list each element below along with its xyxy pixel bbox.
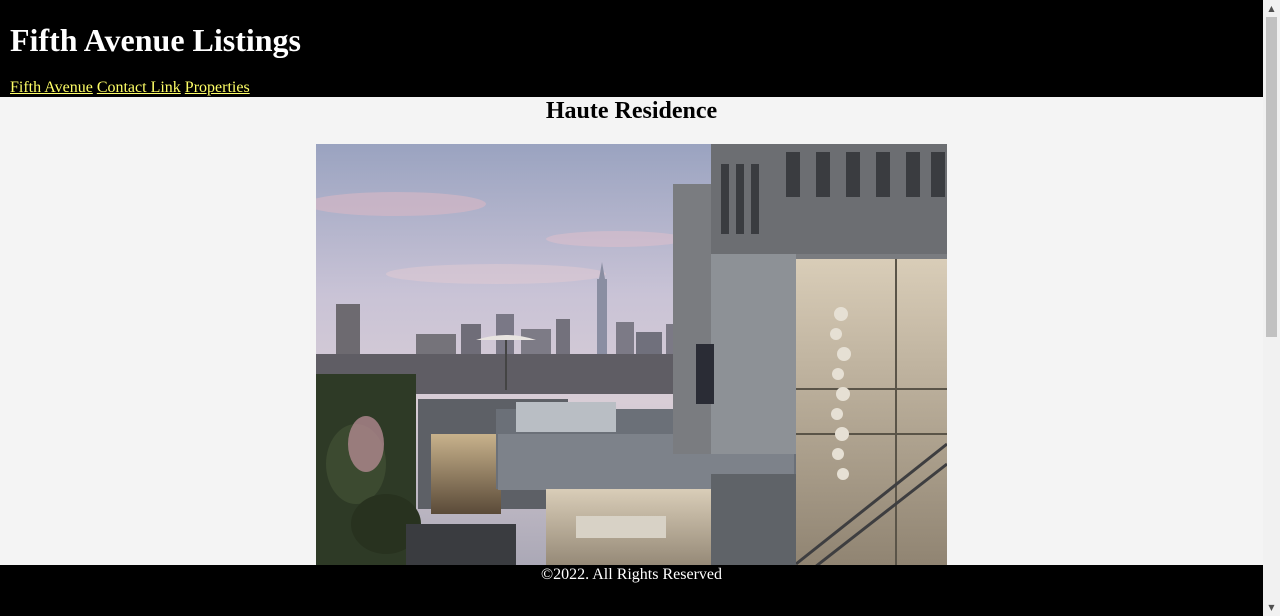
main-nav: Fifth Avenue Contact Link Properties	[10, 78, 250, 98]
scroll-down-icon[interactable]: ▼	[1263, 599, 1280, 616]
nav-link-properties[interactable]: Properties	[185, 79, 250, 96]
scroll-up-icon[interactable]: ▲	[1263, 0, 1280, 17]
site-footer: ©2022. All Rights Reserved	[0, 565, 1263, 616]
property-heading: Haute Residence	[545, 98, 718, 124]
vertical-scrollbar[interactable]: ▲ ▼	[1263, 0, 1280, 616]
site-title: Fifth Avenue Listings	[10, 22, 301, 58]
page: Fifth Avenue Listings Fifth Avenue Conta…	[0, 0, 1263, 616]
property-photo	[316, 144, 947, 574]
nav-link-contact[interactable]: Contact Link	[97, 79, 181, 96]
site-header: Fifth Avenue Listings Fifth Avenue Conta…	[0, 0, 1263, 97]
scrollbar-thumb[interactable]	[1266, 17, 1277, 337]
copyright-text: ©2022. All Rights Reserved	[540, 566, 723, 583]
nav-link-fifth-avenue[interactable]: Fifth Avenue	[10, 79, 93, 96]
